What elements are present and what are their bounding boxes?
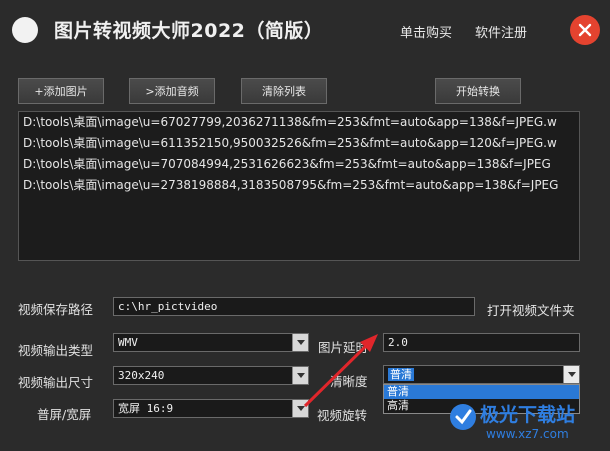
app-title: 图片转视频大师2022（简版） bbox=[54, 20, 324, 42]
image-delay-input[interactable]: 2.0 bbox=[383, 333, 580, 352]
save-path-input[interactable]: c:\hr_pictvideo bbox=[113, 297, 475, 316]
watermark-logo-icon bbox=[450, 404, 476, 430]
watermark-url: www.xz7.com bbox=[486, 427, 569, 441]
clarity-value: 普清 bbox=[388, 368, 414, 381]
list-item[interactable]: D:\tools\桌面\image\u=611352150,950032526&… bbox=[19, 133, 579, 154]
register-link[interactable]: 软件注册 bbox=[475, 22, 527, 41]
file-list[interactable]: D:\tools\桌面\image\u=67027799,2036271138&… bbox=[18, 111, 580, 261]
output-size-value: 320x240 bbox=[118, 369, 165, 382]
close-icon bbox=[578, 23, 592, 37]
start-convert-button[interactable]: 开始转换 bbox=[435, 78, 521, 104]
app-logo-icon bbox=[12, 17, 38, 43]
list-item[interactable]: D:\tools\桌面\image\u=707084994,2531626623… bbox=[19, 154, 579, 175]
annotation-arrow-icon bbox=[303, 334, 378, 408]
output-size-select[interactable]: 320x240 bbox=[113, 366, 309, 385]
add-image-button[interactable]: +添加图片 bbox=[18, 78, 104, 104]
aspect-select[interactable]: 宽屏 16:9 bbox=[113, 399, 309, 418]
clarity-option[interactable]: 普清 bbox=[384, 385, 579, 399]
output-type-label: 视频输出类型 bbox=[18, 343, 94, 358]
chevron-down-icon[interactable] bbox=[563, 366, 579, 383]
list-item[interactable]: D:\tools\桌面\image\u=2738198884,318350879… bbox=[19, 175, 579, 196]
open-folder-button[interactable]: 打开视频文件夹 bbox=[487, 300, 575, 319]
clear-list-button[interactable]: 清除列表 bbox=[241, 78, 327, 104]
close-button[interactable] bbox=[570, 15, 600, 45]
save-path-label: 视频保存路径 bbox=[18, 302, 94, 317]
output-type-value: WMV bbox=[118, 336, 138, 349]
watermark-title: 极光下载站 bbox=[480, 404, 576, 426]
buy-link[interactable]: 单击购买 bbox=[400, 22, 452, 41]
clarity-select[interactable]: 普清 bbox=[383, 365, 580, 384]
aspect-value: 宽屏 16:9 bbox=[118, 402, 174, 415]
list-item[interactable]: D:\tools\桌面\image\u=67027799,2036271138&… bbox=[19, 112, 579, 133]
title-bar: 图片转视频大师2022（简版） 单击购买 软件注册 bbox=[0, 0, 610, 62]
output-type-select[interactable]: WMV bbox=[113, 333, 309, 352]
watermark: 极光下载站 www.xz7.com bbox=[448, 398, 598, 446]
aspect-label: 普屏/宽屏 bbox=[37, 407, 92, 422]
add-audio-button[interactable]: >添加音频 bbox=[129, 78, 215, 104]
output-size-label: 视频输出尺寸 bbox=[18, 375, 94, 390]
